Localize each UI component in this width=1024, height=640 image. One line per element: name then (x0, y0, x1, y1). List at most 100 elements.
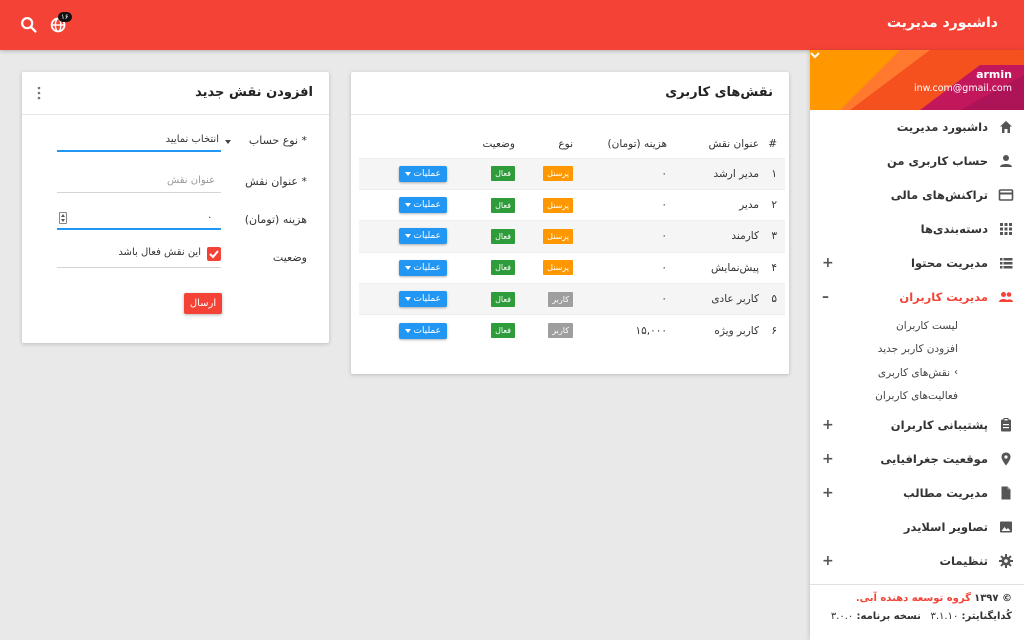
sidebar-item-user-management[interactable]: مدیریت کاربران – (810, 280, 1024, 314)
user-name: armin (976, 68, 1012, 81)
expand-toggle[interactable]: + (822, 486, 834, 500)
row-number: ۲ (759, 188, 785, 221)
sidebar-item-transactions[interactable]: تراکنش‌های مالی (810, 178, 1024, 212)
chevron-down-icon[interactable] (810, 50, 820, 60)
status-cell: فعال (447, 157, 515, 190)
sidebar-footer: © ۱۳۹۷ گروه توسعه دهنده آبی. کُدایگنایتر… (810, 584, 1024, 640)
input-placeholder: عنوان نقش (167, 175, 216, 186)
role-title-row: عنوان نقش * عنوان نقش (22, 173, 329, 209)
type-cell: کاربر (515, 314, 573, 347)
person-icon (1000, 155, 1012, 167)
type-cell: پرسنل (515, 251, 573, 284)
caret-down-icon (404, 234, 411, 239)
sidebar-item-content-management[interactable]: مدیریت محتوا + (810, 246, 1024, 280)
sidebar-item-label: موقعیت جغرافیایی (880, 452, 988, 466)
status-field: این نقش فعال باشد (57, 246, 221, 268)
sidebar-item-label: مدیریت مطالب (903, 486, 988, 500)
user-banner: armin inw.com@gmail.com (810, 50, 1024, 110)
sidebar: armin inw.com@gmail.com داشبورد مدیریت ح… (810, 50, 1024, 640)
sidebar-item-label: حساب کاربری من (887, 154, 988, 168)
sidebar-item-dashboard[interactable]: داشبورد مدیریت (810, 110, 1024, 144)
card-title: افزودن نقش جدید (195, 85, 313, 100)
row-number: ۶ (759, 314, 785, 347)
status-cell: فعال (447, 188, 515, 221)
card-title: نقش‌های کاربری (665, 85, 773, 100)
operations-dropdown-button[interactable]: عملیات (398, 322, 447, 339)
operations-dropdown-button[interactable]: عملیات (398, 291, 447, 308)
expand-toggle[interactable]: + (822, 452, 834, 466)
sidebar-menu: داشبورد مدیریت حساب کاربری من تراکنش‌های… (810, 110, 1024, 314)
sidebar-item-geolocation[interactable]: موقعیت جغرافیایی + (810, 442, 1024, 476)
row-number: ۴ (759, 251, 785, 284)
type-cell: پرسنل (515, 220, 573, 253)
version-info: کُدایگنایتر: ۳.۱.۱۰ نسخه برنامه: ۳.۰.۰ (830, 611, 1012, 622)
submenu-item-user-activities[interactable]: فعالیت‌های کاربران (810, 385, 1024, 409)
submenu-item-add-user[interactable]: افزودن کاربر جدید (810, 338, 1024, 362)
type-cell: پرسنل (515, 157, 573, 190)
column-header: # (768, 137, 777, 150)
sidebar-item-label: تراکنش‌های مالی (890, 188, 988, 202)
operations-dropdown-button[interactable]: عملیات (398, 197, 447, 214)
chevron-left-icon: ‹ (954, 367, 958, 379)
users-submenu: لیست کاربران افزودن کاربر جدید نقش‌های ک… (810, 314, 1024, 408)
credit-card-icon (998, 189, 1014, 201)
account-type-select[interactable]: انتخاب نمایید (57, 132, 231, 152)
app-title[interactable]: داشبورد مدیریت (887, 15, 998, 31)
role-cost: ۰ (573, 251, 675, 284)
active-checkbox[interactable] (207, 247, 221, 261)
ops-cell: عملیات (359, 283, 447, 315)
sidebar-item-articles[interactable]: مدیریت مطالب + (810, 476, 1024, 510)
sidebar-item-my-account[interactable]: حساب کاربری من (810, 144, 1024, 178)
expand-toggle[interactable]: + (822, 256, 834, 270)
status-badge: فعال (491, 197, 515, 213)
submenu-item-users-list[interactable]: لیست کاربران (810, 314, 1024, 338)
role-title: کارمند (675, 220, 759, 253)
collapse-toggle[interactable]: – (822, 290, 829, 304)
search-icon[interactable] (18, 14, 40, 36)
image-icon (1000, 521, 1012, 533)
sidebar-item-settings[interactable]: تنظیمات + (810, 544, 1024, 578)
divider (351, 114, 789, 115)
role-cost: ۱۵,۰۰۰ (573, 314, 675, 347)
sidebar-item-slider-images[interactable]: تصاویر اسلایدر (810, 510, 1024, 544)
sidebar-item-label: مدیریت کاربران (899, 290, 988, 304)
operations-dropdown-button[interactable]: عملیات (398, 259, 447, 276)
role-cost: ۰ (573, 188, 675, 221)
active-checkbox-label: این نقش فعال باشد (118, 247, 201, 258)
expand-toggle[interactable]: + (822, 418, 834, 432)
people-icon (999, 292, 1013, 302)
ops-cell: عملیات (359, 251, 447, 284)
role-title: پیش‌نمایش (675, 251, 759, 284)
operations-dropdown-button[interactable]: عملیات (398, 228, 447, 245)
status-cell: فعال (447, 251, 515, 284)
row-number: ۵ (759, 283, 785, 315)
sidebar-item-support[interactable]: پشتیبانی کاربران + (810, 408, 1024, 442)
caret-down-icon (404, 203, 411, 208)
grid-icon (1000, 223, 1012, 235)
cost-number-input[interactable]: ۰ (57, 210, 221, 230)
submit-button[interactable]: ارسال (184, 293, 222, 314)
table-row: ۶ کاربر ویژه ۱۵,۰۰۰ کاربر فعال عملیات (359, 314, 785, 347)
row-number: ۱ (759, 157, 785, 190)
add-role-card: افزودن نقش جدید نوع حساب * انتخاب نمایید… (22, 72, 329, 343)
user-email: inw.com@gmail.com (913, 83, 1012, 94)
account-type-label: نوع حساب * (248, 134, 307, 147)
status-badge: فعال (491, 291, 515, 307)
org-link[interactable]: گروه توسعه دهنده آبی. (856, 593, 971, 604)
status-row: وضعیت این نقش فعال باشد (22, 246, 329, 282)
sidebar-menu-lower: پشتیبانی کاربران + موقعیت جغرافیایی + مد… (810, 408, 1024, 578)
column-header: هزینه (تومان) (607, 137, 667, 150)
number-spinner[interactable] (59, 212, 67, 224)
status-badge: فعال (491, 228, 515, 244)
sidebar-item-label: پشتیبانی کاربران (890, 418, 988, 432)
operations-dropdown-button[interactable]: عملیات (398, 165, 447, 182)
type-cell: کاربر (515, 283, 573, 315)
submenu-item-user-roles[interactable]: نقش‌های کاربری ‹ (810, 361, 1024, 385)
sidebar-item-categories[interactable]: دسته‌بندی‌ها (810, 212, 1024, 246)
more-vert-icon[interactable] (36, 86, 42, 100)
role-title-input[interactable]: عنوان نقش (57, 173, 221, 193)
copyright: © ۱۳۹۷ (974, 593, 1012, 604)
table-header-row: # عنوان نقش هزینه (تومان) نوع وضعیت (359, 130, 785, 158)
table-row: ۴ پیش‌نمایش ۰ پرسنل فعال عملیات (359, 251, 785, 284)
expand-toggle[interactable]: + (822, 554, 834, 568)
